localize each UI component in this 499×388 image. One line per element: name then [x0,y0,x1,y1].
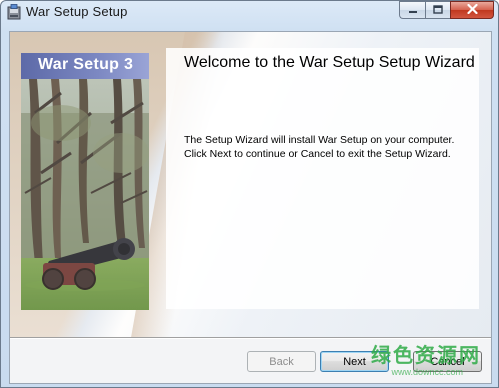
button-separator-highlight [10,338,491,339]
watermark-url: www.downcc.com [391,367,463,377]
close-button[interactable] [450,1,494,19]
minimize-icon [408,1,418,19]
close-icon [466,1,478,19]
page-title: Welcome to the War Setup Setup Wizard [184,54,475,71]
title-bar[interactable]: War Setup Setup [1,1,498,25]
installer-window: War Setup Setup War Setup 3 Welcome to t… [0,0,499,388]
welcome-panel: Welcome to the War Setup Setup Wizard Th… [166,48,479,309]
setup-installer-icon [7,4,21,20]
maximize-button[interactable] [425,1,450,19]
wizard-client-area: War Setup 3 Welcome to the War Setup Set… [9,31,492,384]
back-button[interactable]: Back [247,351,316,372]
product-banner: War Setup 3 [21,53,149,79]
product-name: War Setup 3 [38,56,134,73]
minimize-button[interactable] [399,1,425,19]
caption-buttons [399,1,494,19]
side-banner-image: War Setup 3 [21,53,149,310]
watermark-main: 绿色资源网 [371,345,481,367]
welcome-description: The Setup Wizard will install War Setup … [184,133,484,161]
cannon-photo [21,53,149,310]
site-watermark: 绿色资源网 www.downcc.com [371,345,481,377]
window-title: War Setup Setup [26,4,128,19]
description-line-2: Click Next to continue or Cancel to exit… [184,148,451,160]
description-line-1: The Setup Wizard will install War Setup … [184,134,455,146]
maximize-icon [433,1,443,19]
